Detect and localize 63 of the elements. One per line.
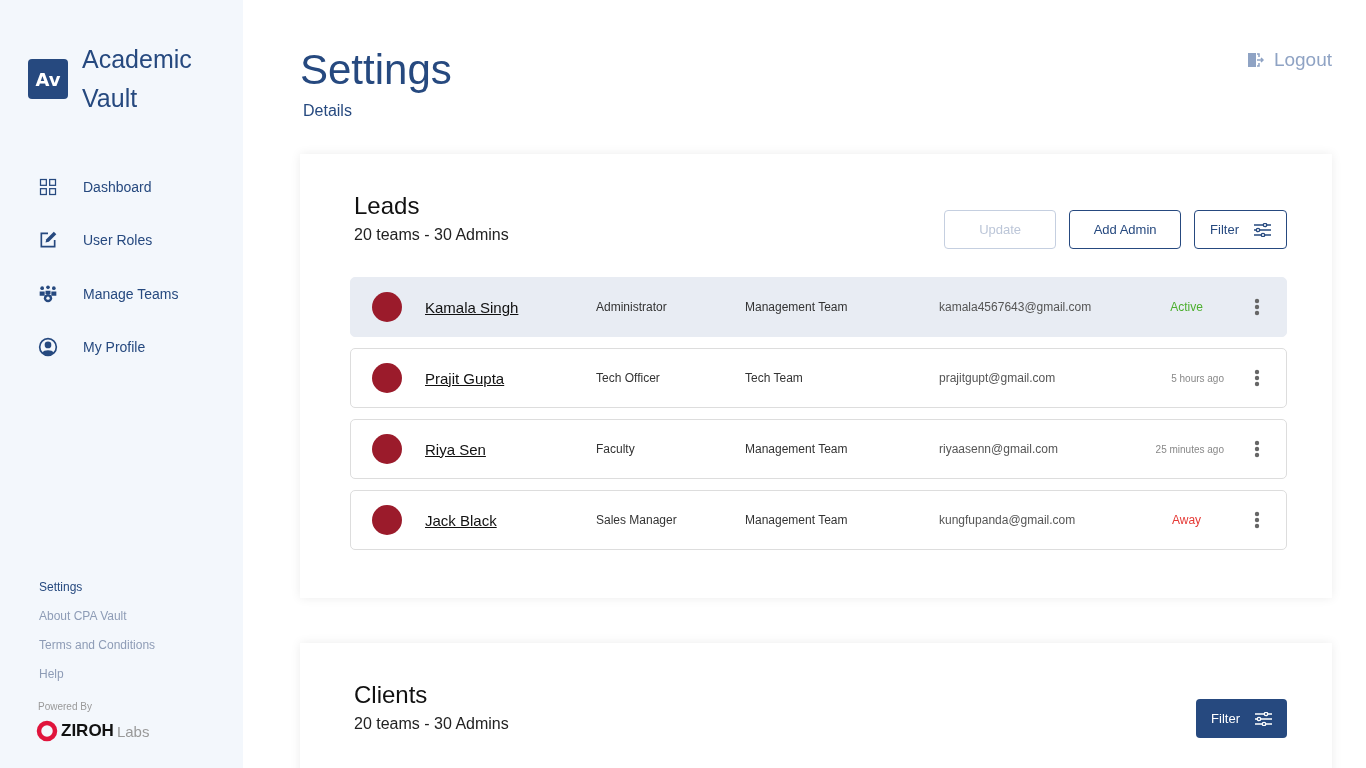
- vertical-dots-icon: [1254, 369, 1260, 387]
- user-row[interactable]: Kamala Singh Administrator Management Team kamala4567643@gmail.com Active: [350, 277, 1287, 337]
- role-text: Administrator: [596, 300, 668, 314]
- email-text: kungfupanda@gmail.com: [939, 513, 1077, 527]
- door-exit-icon: [1245, 51, 1264, 69]
- avatar: [372, 505, 402, 535]
- more-options-button[interactable]: [1254, 298, 1260, 316]
- team-text: Management Team: [745, 442, 849, 456]
- vertical-dots-icon: [1254, 511, 1260, 529]
- button[interactable]: Filter: [1194, 210, 1287, 249]
- section-summary: 20 teams - 30 Admins: [354, 715, 509, 733]
- avatar: [372, 363, 402, 393]
- team-icon: [38, 283, 58, 304]
- user-name-link[interactable]: Prajit Gupta: [425, 369, 596, 387]
- section-title: Clients: [354, 681, 429, 709]
- section-title: Leads: [354, 192, 421, 220]
- user-name-link[interactable]: Riya Sen: [425, 440, 596, 458]
- email-text: prajitgupt@gmail.com: [939, 371, 1057, 385]
- team-text: Management Team: [745, 300, 849, 314]
- user-name-link[interactable]: Jack Black: [425, 511, 596, 529]
- brand-name: ZIROH: [61, 721, 114, 741]
- user-row[interactable]: Prajit Gupta Tech Officer Tech Team prajitgupt@gmail.com 5 hours ago: [350, 348, 1287, 408]
- page-title: Settings: [300, 45, 452, 95]
- user-row[interactable]: Jack Black Sales Manager Management Team kungfupanda@gmail.com Away: [350, 490, 1287, 550]
- button[interactable]: Add Admin: [1069, 210, 1182, 249]
- more-options-button[interactable]: [1254, 511, 1260, 529]
- edit-icon: [38, 230, 58, 251]
- vertical-dots-icon: [1254, 298, 1260, 316]
- nav-item[interactable]: My Profile: [28, 320, 243, 374]
- avatar: [372, 292, 402, 322]
- email-text: kamala4567643@gmail.com: [939, 300, 1093, 314]
- app-name: Academic Vault: [82, 44, 193, 114]
- section-summary: 20 teams - 30 Admins: [354, 226, 509, 244]
- sliders-icon: [1254, 711, 1272, 726]
- nav-item[interactable]: User Roles: [28, 213, 243, 267]
- role-text: Tech Officer: [596, 371, 661, 385]
- logo-badge: Av: [28, 59, 68, 99]
- button[interactable]: Filter: [1196, 699, 1287, 738]
- nav-item[interactable]: Manage Teams: [28, 267, 243, 321]
- role-text: Sales Manager: [596, 513, 678, 527]
- status-text: Active: [1169, 300, 1204, 314]
- role-text: Faculty: [596, 442, 636, 456]
- user-row[interactable]: Riya Sen Faculty Management Team riyaasenn@gmail.com 25 minutes ago: [350, 419, 1287, 479]
- team-text: Management Team: [745, 513, 849, 527]
- team-text: Tech Team: [745, 371, 804, 385]
- status-text: 25 minutes ago: [1154, 443, 1225, 455]
- user-name-link[interactable]: Kamala Singh: [425, 298, 596, 316]
- grid-icon: [38, 176, 58, 197]
- status-text: 5 hours ago: [1170, 372, 1225, 384]
- more-options-button[interactable]: [1254, 369, 1260, 387]
- powered-by-label: Powered By: [38, 701, 93, 712]
- brand-suffix: Labs: [116, 722, 150, 740]
- page-subtitle: Details: [303, 102, 353, 120]
- status-text: Away: [1170, 513, 1203, 527]
- vertical-dots-icon: [1254, 440, 1260, 458]
- email-text: riyaasenn@gmail.com: [939, 442, 1059, 456]
- more-options-button[interactable]: [1254, 440, 1260, 458]
- sliders-icon: [1253, 222, 1271, 237]
- nav-item[interactable]: Dashboard: [28, 160, 243, 214]
- profile-icon: [38, 337, 58, 358]
- ring-logo-icon: [36, 720, 58, 742]
- avatar: [372, 434, 402, 464]
- footer-link[interactable]: Settings: [39, 573, 243, 602]
